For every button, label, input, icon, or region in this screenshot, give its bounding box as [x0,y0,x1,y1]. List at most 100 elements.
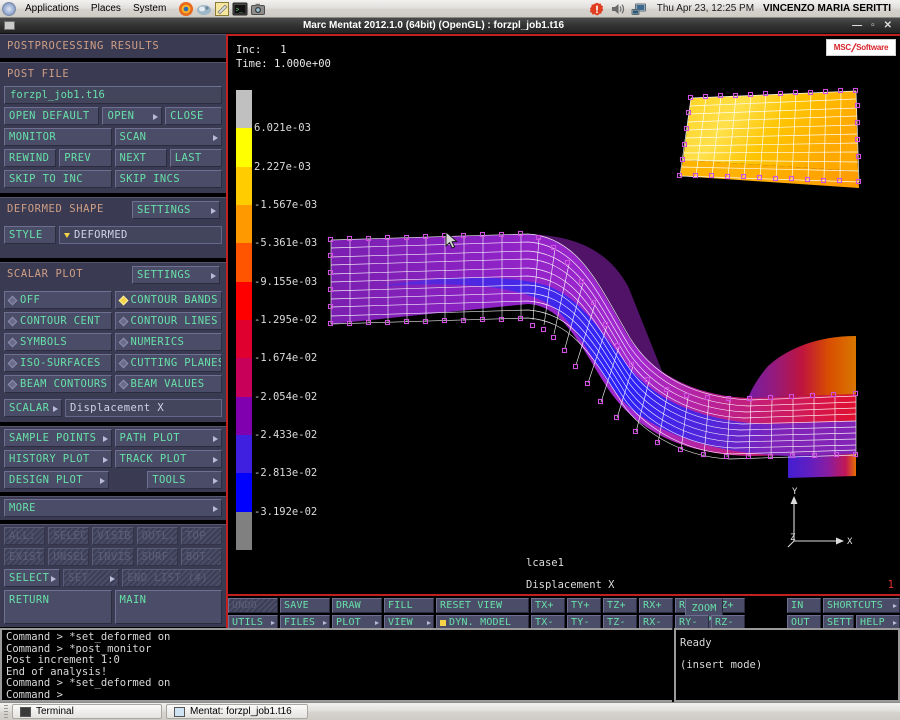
track-plot-button[interactable]: TRACK PLOT [114,450,222,468]
reset-view-button[interactable]: RESET VIEW [436,598,529,613]
design-plot-button[interactable]: DESIGN PLOT [4,471,110,489]
close-file-button[interactable]: CLOSE [165,107,222,125]
rx-plus-button[interactable]: RX+ [639,598,673,613]
finite-element-mesh: Y X Z [327,87,862,548]
deformed-shape-title: DEFORMED SHAPE [7,203,104,215]
tz-plus-button[interactable]: TZ+ [603,598,637,613]
option-label: BEAM VALUES [130,378,205,390]
select-outl-button: OUTL. [136,527,178,545]
post-file-title: POST FILE [7,68,70,80]
command-console[interactable]: Command > *set_deformed on Command > *po… [0,628,672,702]
post-file-group: POST FILE forzpl_job1.t16 OPEN DEFAULT O… [0,62,226,193]
option-label: CONTOUR BANDS [130,294,218,306]
zoom-in-button[interactable]: IN [787,598,821,613]
taskbar-item-label: Mentat: forzpl_job1.t16 [190,706,292,717]
scalar-option-contour-lines[interactable]: CONTOUR LINES [114,312,222,330]
undo-button: UNDO [228,598,278,613]
post-file-name-field[interactable]: forzpl_job1.t16 [4,86,222,104]
user-name[interactable]: VINCENZO MARIA SERITTI [763,3,895,14]
skip-incs-button[interactable]: SKIP INCS [114,170,222,188]
rewind-button[interactable]: REWIND [4,149,57,167]
menu-system[interactable]: System [127,0,172,17]
open-default-button[interactable]: OPEN DEFAULT [4,107,100,125]
selection-group: ALL: SELEC. VISIB. OUTL. TOP EXIST. UNSE… [0,524,226,627]
axis-label-y: Y [792,487,798,497]
update-alert-icon[interactable] [589,1,605,17]
style-value-field[interactable]: DEFORMED [59,226,222,244]
terminal-icon[interactable]: >_ [232,1,248,17]
screenshot-icon[interactable] [250,1,266,17]
bottom-toolbar: UNDO SAVE DRAW FILL RESET VIEW TX+ TY+ T… [226,594,900,630]
window-menu-icon[interactable] [4,21,15,30]
radio-diamond-icon [7,379,18,389]
network-icon[interactable] [631,1,647,17]
gnome-foot-icon[interactable] [2,1,16,16]
scalar-option-symbols[interactable]: SYMBOLS [4,333,112,351]
option-label: CUTTING PLANES [130,357,222,369]
axis-triad [787,496,844,548]
save-button[interactable]: SAVE [280,598,330,613]
help-icon[interactable] [196,1,212,17]
more-button[interactable]: MORE [4,499,222,517]
prev-button[interactable]: PREV [59,149,112,167]
taskbar-item-mentat[interactable]: Mentat: forzpl_job1.t16 [166,704,308,719]
text-editor-icon[interactable] [214,1,230,17]
path-plot-button[interactable]: PATH PLOT [114,429,222,447]
window-title: Marc Mentat 2012.1.0 (64bit) (OpenGL) : … [302,20,565,31]
next-button[interactable]: NEXT [114,149,167,167]
select-selec-button: SELEC. [48,527,90,545]
main-button[interactable]: MAIN [114,590,222,624]
clock[interactable]: Thu Apr 23, 12:25 PM [651,3,760,14]
last-button[interactable]: LAST [169,149,222,167]
tx-plus-button[interactable]: TX+ [531,598,565,613]
menu-places[interactable]: Places [85,0,127,17]
scalar-name-label: Displacement X [526,579,615,591]
taskbar-grip [4,704,8,719]
scalar-option-off[interactable]: OFF [4,291,112,309]
taskbar-item-terminal[interactable]: Terminal [12,704,162,719]
scalar-settings-button[interactable]: SETTINGS [132,266,220,284]
svg-text:>_: >_ [236,6,244,13]
radio-diamond-icon [118,379,128,389]
draw-button[interactable]: DRAW [332,598,382,613]
page-title: POSTPROCESSING RESULTS [7,40,160,52]
deformed-settings-button[interactable]: SETTINGS [132,201,220,219]
scalar-option-contour-bands[interactable]: CONTOUR BANDS [114,291,222,309]
scalar-option-cutting-planes[interactable]: CUTTING PLANES [114,354,222,372]
mesh-main-beam [327,230,859,478]
mentat-window: Marc Mentat 2012.1.0 (64bit) (OpenGL) : … [0,18,900,720]
monitor-button[interactable]: MONITOR [4,128,112,146]
scalar-option-contour-cent[interactable]: CONTOUR CENT [4,312,112,330]
firefox-icon[interactable] [178,1,194,17]
minimize-button[interactable]: — [852,20,862,31]
scalar-option-beam-values[interactable]: BEAM VALUES [114,375,222,393]
scalar-option-iso-surfaces[interactable]: ISO-SURFACES [4,354,112,372]
shortcuts-button[interactable]: SHORTCUTS [823,598,900,613]
ty-plus-button[interactable]: TY+ [567,598,601,613]
scalar-select-button[interactable]: SCALAR [4,399,62,417]
graphics-viewport[interactable]: Inc: 1 Time: 1.000e+00 MSC / Software 6.02… [226,34,900,594]
maximize-button[interactable]: ▫ [871,20,875,31]
select-surf-button: SURF. [136,548,178,566]
sidebar: POSTPROCESSING RESULTS POST FILE forzpl_… [0,34,226,628]
history-plot-button[interactable]: HISTORY PLOT [4,450,112,468]
scalar-value-field: Displacement X [65,399,222,417]
axis-label-x: X [847,537,853,547]
deformed-shape-group: DEFORMED SHAPE SETTINGS STYLE DEFORMED [0,197,226,258]
fill-button[interactable]: FILL [384,598,434,613]
scan-button[interactable]: SCAN [114,128,222,146]
return-button[interactable]: RETURN [4,590,112,624]
scalar-option-numerics[interactable]: NUMERICS [114,333,222,351]
sample-points-button[interactable]: SAMPLE POINTS [4,429,112,447]
open-button[interactable]: OPEN [102,107,163,125]
close-button[interactable]: ✕ [884,20,892,31]
scalar-option-beam-contours[interactable]: BEAM CONTOURS [4,375,112,393]
skip-to-inc-button[interactable]: SKIP TO INC [4,170,112,188]
select-button[interactable]: SELECT [4,569,61,587]
select-top-button: TOP [180,527,223,545]
select-invis-button: INVIS. [92,548,134,566]
menu-applications[interactable]: Applications [19,0,85,17]
tools-button[interactable]: TOOLS [147,471,222,489]
volume-icon[interactable] [610,1,626,17]
style-button[interactable]: STYLE [4,226,56,244]
